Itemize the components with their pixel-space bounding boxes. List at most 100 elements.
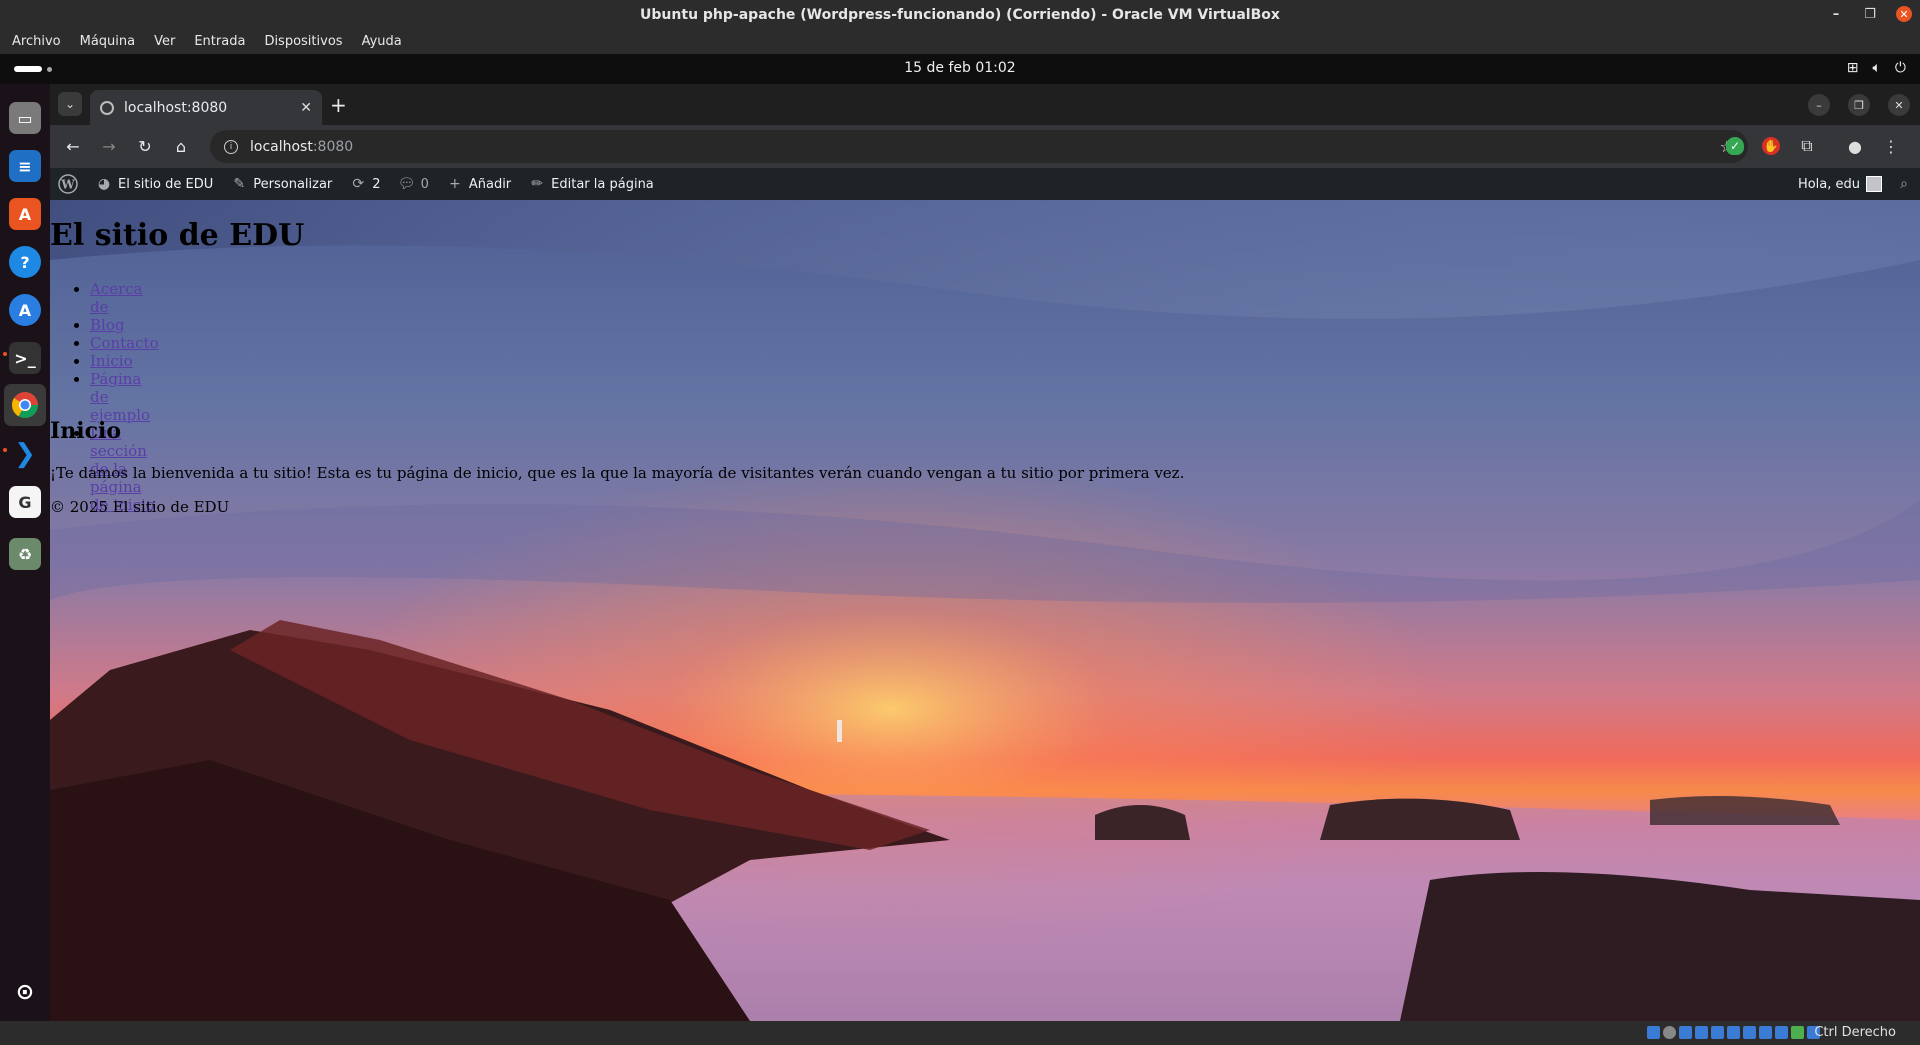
browser-window-controls: – ❐ ✕ [1808, 94, 1910, 116]
tab-search-icon[interactable]: ⌄ [58, 92, 82, 116]
updates-count: 2 [372, 176, 381, 192]
wp-customize[interactable]: ✎ Personalizar [222, 168, 341, 200]
nav-link-acerca-de[interactable]: Acerca de [90, 280, 143, 316]
plus-icon: + [448, 176, 461, 192]
nav-item: Página de ejemplo [90, 370, 159, 424]
back-icon[interactable]: ← [62, 135, 84, 157]
wp-comments[interactable]: 💬︎ 0 [390, 168, 438, 200]
maximize-icon[interactable]: ❐ [1862, 6, 1878, 22]
menu-archivo[interactable]: Archivo [12, 34, 61, 49]
greeting-label: Hola, edu [1797, 176, 1860, 192]
wp-admin-bar: W ◕ El sitio de EDU ✎ Personalizar ⟳ 2 💬… [50, 168, 1920, 200]
add-new-label: Añadir [468, 176, 512, 192]
shield-extension-icon[interactable]: ✓ [1726, 137, 1744, 155]
home-icon[interactable]: ⌂ [170, 135, 192, 157]
software-icon[interactable]: A [9, 294, 41, 326]
display-icon[interactable] [1743, 1026, 1756, 1039]
menu-kebab-icon[interactable]: ⋮ [1882, 137, 1900, 156]
menu-ver[interactable]: Ver [154, 34, 175, 49]
svg-text:W: W [60, 178, 75, 192]
profile-icon[interactable]: ● [1846, 137, 1864, 156]
dashboard-icon: ◕ [97, 176, 111, 192]
window-title: Ubuntu php-apache (Wordpress-funcionando… [640, 6, 1280, 23]
window-controls: – ❐ ✕ [1828, 6, 1912, 22]
usb-icon[interactable] [1711, 1026, 1724, 1039]
wp-site-name[interactable]: ◕ El sitio de EDU [87, 168, 222, 200]
comment-icon: 💬︎ [397, 176, 416, 192]
writer-icon[interactable]: ≡ [9, 150, 41, 182]
network-icon[interactable]: ⊞ [1847, 60, 1859, 76]
app-center-icon[interactable]: A [9, 198, 41, 230]
url-host: localhost [250, 138, 313, 155]
comments-count: 0 [420, 176, 429, 192]
system-tray[interactable]: ⊞ 🔈︎ ⏻ [1847, 60, 1906, 76]
tab-close-icon[interactable]: ✕ [300, 100, 312, 116]
dock: ▭ ≡ A ? A >_ ❯ G ♻ ⊙ [0, 84, 50, 1021]
extensions-icon[interactable]: ⧉ [1798, 136, 1816, 155]
nav-item: Contacto [90, 334, 159, 352]
nav-link-contacto[interactable]: Contacto [90, 334, 159, 352]
url-port: :8080 [312, 138, 354, 155]
volume-icon[interactable]: 🔈︎ [1873, 60, 1881, 76]
vbox-titlebar: Ubuntu php-apache (Wordpress-funcionando… [0, 0, 1920, 29]
customize-label: Personalizar [253, 176, 333, 192]
gimp-icon[interactable]: G [9, 486, 41, 518]
nav-link-pagina-ejemplo[interactable]: Página de ejemplo [90, 370, 150, 424]
vscode-icon[interactable]: ❯ [9, 438, 41, 470]
close-icon[interactable]: ✕ [1896, 6, 1912, 22]
site-name-label: El sitio de EDU [118, 176, 214, 192]
site-info-icon[interactable]: i [224, 139, 238, 154]
browser-restore-icon[interactable]: ❐ [1848, 94, 1870, 116]
reload-icon[interactable]: ↻ [134, 135, 156, 157]
clock[interactable]: 15 de feb 01:02 [0, 60, 1920, 76]
tab-active[interactable]: localhost:8080 ✕ [90, 90, 322, 125]
audio-icon[interactable] [1679, 1026, 1692, 1039]
optical-drive-icon[interactable] [1663, 1026, 1676, 1039]
power-icon[interactable]: ⏻ [1895, 60, 1906, 76]
show-apps-icon[interactable]: ⊙ [9, 976, 41, 1008]
help-icon[interactable]: ? [9, 246, 41, 278]
menu-dispositivos[interactable]: Dispositivos [264, 34, 342, 49]
vt-x-icon[interactable] [1775, 1026, 1788, 1039]
shared-folders-icon[interactable] [1727, 1026, 1740, 1039]
menu-ayuda[interactable]: Ayuda [362, 34, 402, 49]
page-viewport: El sitio de EDU Acerca de Blog Contacto … [50, 200, 1920, 1021]
paintbrush-icon: ✎ [233, 176, 246, 192]
forward-icon[interactable]: → [98, 135, 120, 157]
network-adapter-icon[interactable] [1695, 1026, 1708, 1039]
terminal-icon[interactable]: >_ [9, 342, 41, 374]
avatar [1866, 176, 1882, 192]
wp-admin-bar-right: Hola, edu ⌕ [1798, 168, 1912, 200]
wp-updates[interactable]: ⟳ 2 [341, 168, 389, 200]
wp-my-account[interactable]: Hola, edu [1798, 176, 1882, 192]
address-bar[interactable]: i localhost:8080 ☆ [210, 130, 1748, 163]
nav-link-blog[interactable]: Blog [90, 316, 124, 334]
chrome-icon[interactable] [4, 384, 46, 426]
wp-add-new[interactable]: + Añadir [438, 168, 520, 200]
browser-toolbar: ← → ↻ ⌂ i localhost:8080 ☆ ✓ ✋ ⧉ ● ⋮ [50, 125, 1920, 168]
globe-icon [100, 100, 114, 115]
tab-strip: ⌄ localhost:8080 ✕ + – ❐ ✕ [50, 84, 1920, 125]
files-icon[interactable]: ▭ [9, 102, 41, 134]
hdd-icon[interactable] [1647, 1026, 1660, 1039]
recording-icon[interactable] [1759, 1026, 1772, 1039]
minimize-icon[interactable]: – [1828, 6, 1844, 22]
nav-item: Acerca de [90, 280, 159, 316]
browser-close-icon[interactable]: ✕ [1888, 94, 1910, 116]
site-title[interactable]: El sitio de EDU [50, 218, 304, 253]
wp-logo-icon[interactable]: W [50, 168, 87, 200]
updates-icon: ⟳ [352, 176, 365, 192]
adblock-extension-icon[interactable]: ✋ [1762, 137, 1780, 155]
search-icon[interactable]: ⌕ [1896, 176, 1912, 192]
vbox-menubar: Archivo Máquina Ver Entrada Dispositivos… [0, 29, 1920, 54]
mouse-integration-icon[interactable] [1791, 1026, 1804, 1039]
browser-minimize-icon[interactable]: – [1808, 94, 1830, 116]
site-footer: © 2025 El sitio de EDU [50, 498, 230, 516]
wp-edit-page[interactable]: ✏︎ Editar la página [520, 168, 663, 200]
new-tab-icon[interactable]: + [330, 93, 347, 117]
page-heading: Inicio [50, 418, 122, 444]
trash-icon[interactable]: ♻ [9, 538, 41, 570]
menu-maquina[interactable]: Máquina [80, 34, 136, 49]
menu-entrada[interactable]: Entrada [194, 34, 245, 49]
nav-link-inicio[interactable]: Inicio [90, 352, 133, 370]
